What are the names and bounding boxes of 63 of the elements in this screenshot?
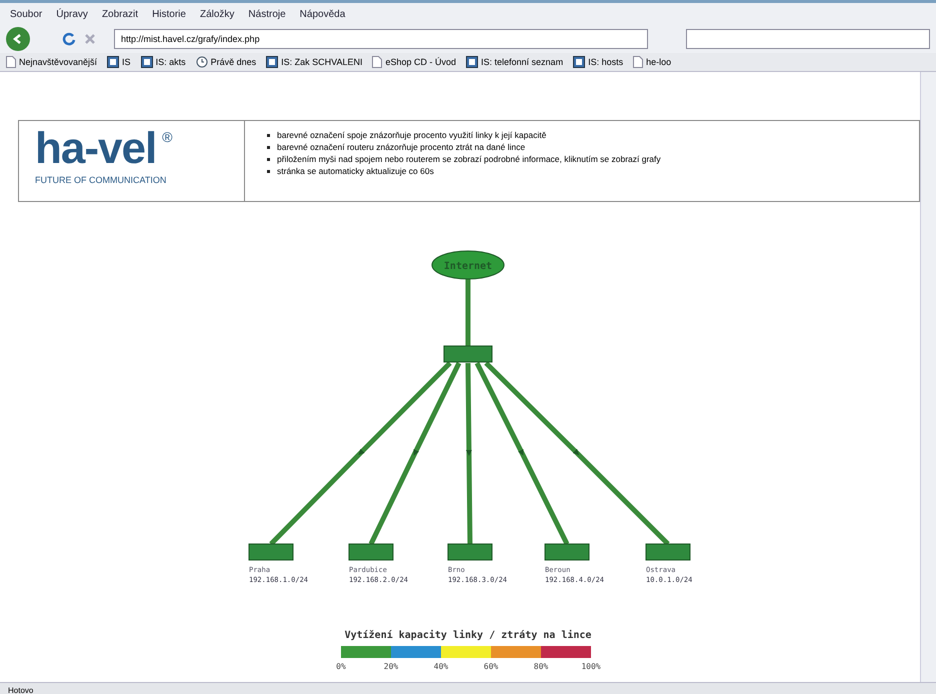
menu-item[interactable]: Záložky: [200, 8, 234, 20]
menu-item[interactable]: Úpravy: [56, 8, 88, 20]
search-field[interactable]: [686, 29, 930, 49]
bookmark-link[interactable]: IS: Zak SCHVALENI: [281, 57, 362, 67]
back-button[interactable]: [6, 27, 30, 51]
link-line[interactable]: [368, 362, 462, 546]
logo-tagline: FUTURE OF COMMUNICATION: [35, 175, 168, 185]
bookmark-link[interactable]: Právě dnes: [210, 57, 256, 67]
legend-tick: 80%: [534, 662, 548, 671]
router-node[interactable]: [448, 544, 492, 560]
legend-tick: 60%: [484, 662, 498, 671]
info-note: přiložením myši nad spojem nebo routerem se zobrazí podrobné informace, kliknutím se zobrazí grafy: [277, 153, 661, 165]
menu-item[interactable]: Historie: [152, 8, 186, 20]
router-node[interactable]: [544, 544, 590, 560]
legend-tick: 0%: [336, 662, 346, 671]
page-icon: [372, 56, 382, 68]
router-node[interactable]: [444, 346, 492, 362]
bookmark-link[interactable]: Nejnavštěvovanější: [19, 57, 98, 67]
info-note: barevné označení spoje znázorňuje procento využití linky k její kapacitě: [277, 129, 546, 141]
root-node[interactable]: [432, 250, 504, 280]
address-field[interactable]: http://mist.havel.cz/grafy/index.php: [114, 29, 648, 49]
link-line[interactable]: [474, 362, 570, 546]
link-line[interactable]: [269, 361, 452, 546]
bookmark-link[interactable]: IS: telefonní seznam: [481, 57, 564, 67]
bullet-icon: [267, 158, 270, 160]
legend-tick: 20%: [384, 662, 398, 671]
bookmark-link[interactable]: he-loo: [646, 57, 672, 67]
bookmark-link[interactable]: IS: hosts: [588, 57, 624, 67]
menu-item[interactable]: Nápověda: [300, 8, 346, 20]
app-icon: [140, 56, 153, 68]
clock-icon: [196, 56, 208, 68]
app-icon: [573, 56, 586, 68]
bookmark-link[interactable]: IS: [122, 57, 131, 67]
legend-tick: 40%: [434, 662, 448, 671]
info-note: barevné označení routeru znázorňuje procento ztrát na dané lince: [277, 141, 526, 153]
node-label: Internet: [444, 261, 492, 272]
link-line[interactable]: [484, 361, 670, 546]
status-text: Hotovo: [8, 685, 34, 694]
router-node[interactable]: [646, 544, 690, 560]
legend-title: Vytížení kapacity linky / ztráty na lince: [344, 630, 592, 641]
router-node[interactable]: [348, 544, 394, 560]
app-icon: [266, 56, 278, 68]
router-node[interactable]: [248, 544, 294, 560]
scrollbar[interactable]: [920, 72, 936, 682]
bullet-icon: [267, 146, 270, 148]
info-note: stránka se automaticky aktualizuje co 60s: [277, 165, 434, 177]
bookmark-link[interactable]: eShop CD - Úvod: [385, 57, 456, 67]
menu-item[interactable]: Zobrazit: [102, 8, 138, 20]
registered-mark: ®: [162, 129, 172, 145]
logo-text: ha-vel: [35, 129, 156, 169]
legend-tick: 100%: [581, 662, 601, 671]
bullet-icon: [267, 134, 270, 136]
stop-icon[interactable]: [84, 33, 96, 45]
reload-icon[interactable]: [62, 32, 76, 46]
bullet-icon: [267, 170, 270, 172]
app-icon: [107, 56, 120, 68]
bookmark-link[interactable]: IS: akts: [156, 57, 186, 67]
link-line[interactable]: [466, 362, 472, 544]
menu-item[interactable]: Soubor: [10, 8, 42, 20]
page-icon: [633, 56, 644, 68]
page-icon: [6, 56, 16, 68]
app-icon: [466, 56, 478, 68]
menu-item[interactable]: Nástroje: [248, 8, 286, 20]
